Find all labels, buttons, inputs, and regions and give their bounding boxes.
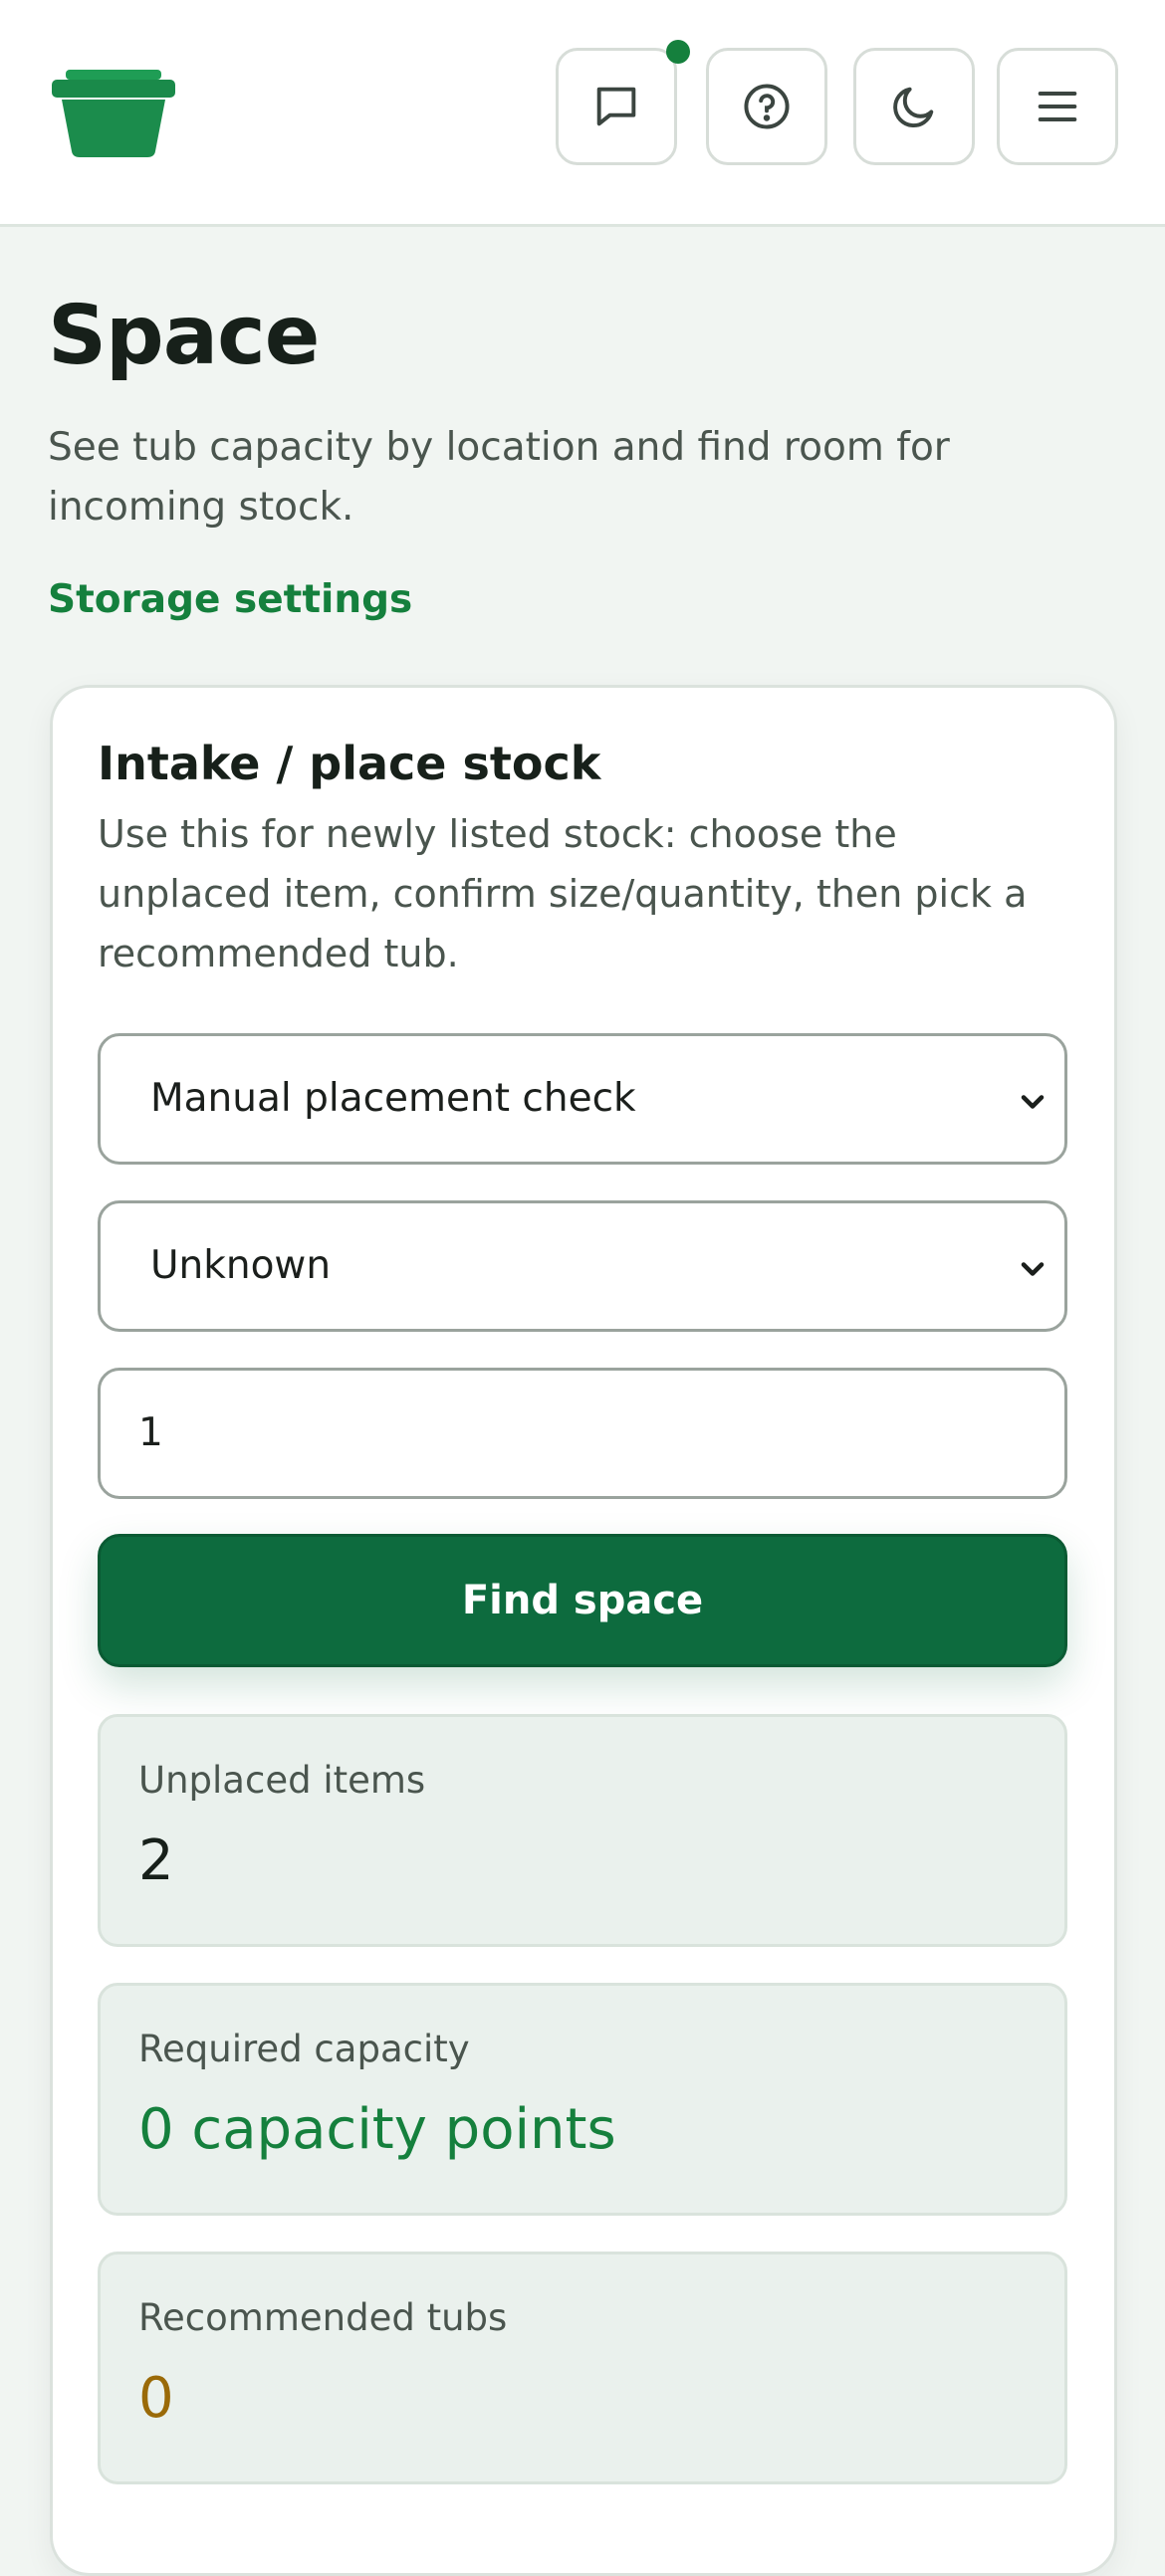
chevron-down-icon [1021,1095,1045,1109]
menu-button[interactable] [997,48,1118,165]
theme-toggle-button[interactable] [853,48,975,165]
page-title: Space [48,289,320,383]
stat-label: Recommended tubs [138,2296,508,2339]
size-select[interactable]: Unknown [98,1200,1067,1332]
required-capacity-stat: Required capacity 0 capacity points [98,1983,1067,2216]
help-button[interactable] [706,48,827,165]
menu-icon [1038,92,1077,121]
stat-value: 2 [138,1828,174,1893]
tub-logo[interactable] [52,70,175,157]
quantity-value: 1 [138,1410,163,1455]
chevron-down-icon [1021,1262,1045,1276]
intake-description: Use this for newly listed stock: choose … [98,812,1028,975]
find-space-button[interactable]: Find space [98,1534,1067,1667]
help-icon [744,84,790,129]
stat-value: 0 capacity points [138,2097,616,2162]
size-select-value: Unknown [150,1243,332,1288]
message-icon [596,87,636,126]
item-select-value: Manual placement check [150,1076,636,1121]
storage-settings-link[interactable]: Storage settings [48,577,412,622]
notification-dot [666,40,690,64]
unplaced-items-stat: Unplaced items 2 [98,1714,1067,1947]
quantity-input[interactable]: 1 [98,1368,1067,1499]
stat-value: 0 [138,2366,174,2431]
moon-icon [893,87,934,128]
stat-label: Required capacity [138,2028,470,2070]
recommended-tubs-stat: Recommended tubs 0 [98,2252,1067,2484]
item-select[interactable]: Manual placement check [98,1033,1067,1165]
messages-button[interactable] [556,48,677,165]
stat-label: Unplaced items [138,1759,426,1802]
page-subtitle: See tub capacity by location and find ro… [48,425,950,530]
intake-title: Intake / place stock [98,737,601,790]
top-header [0,0,1165,227]
